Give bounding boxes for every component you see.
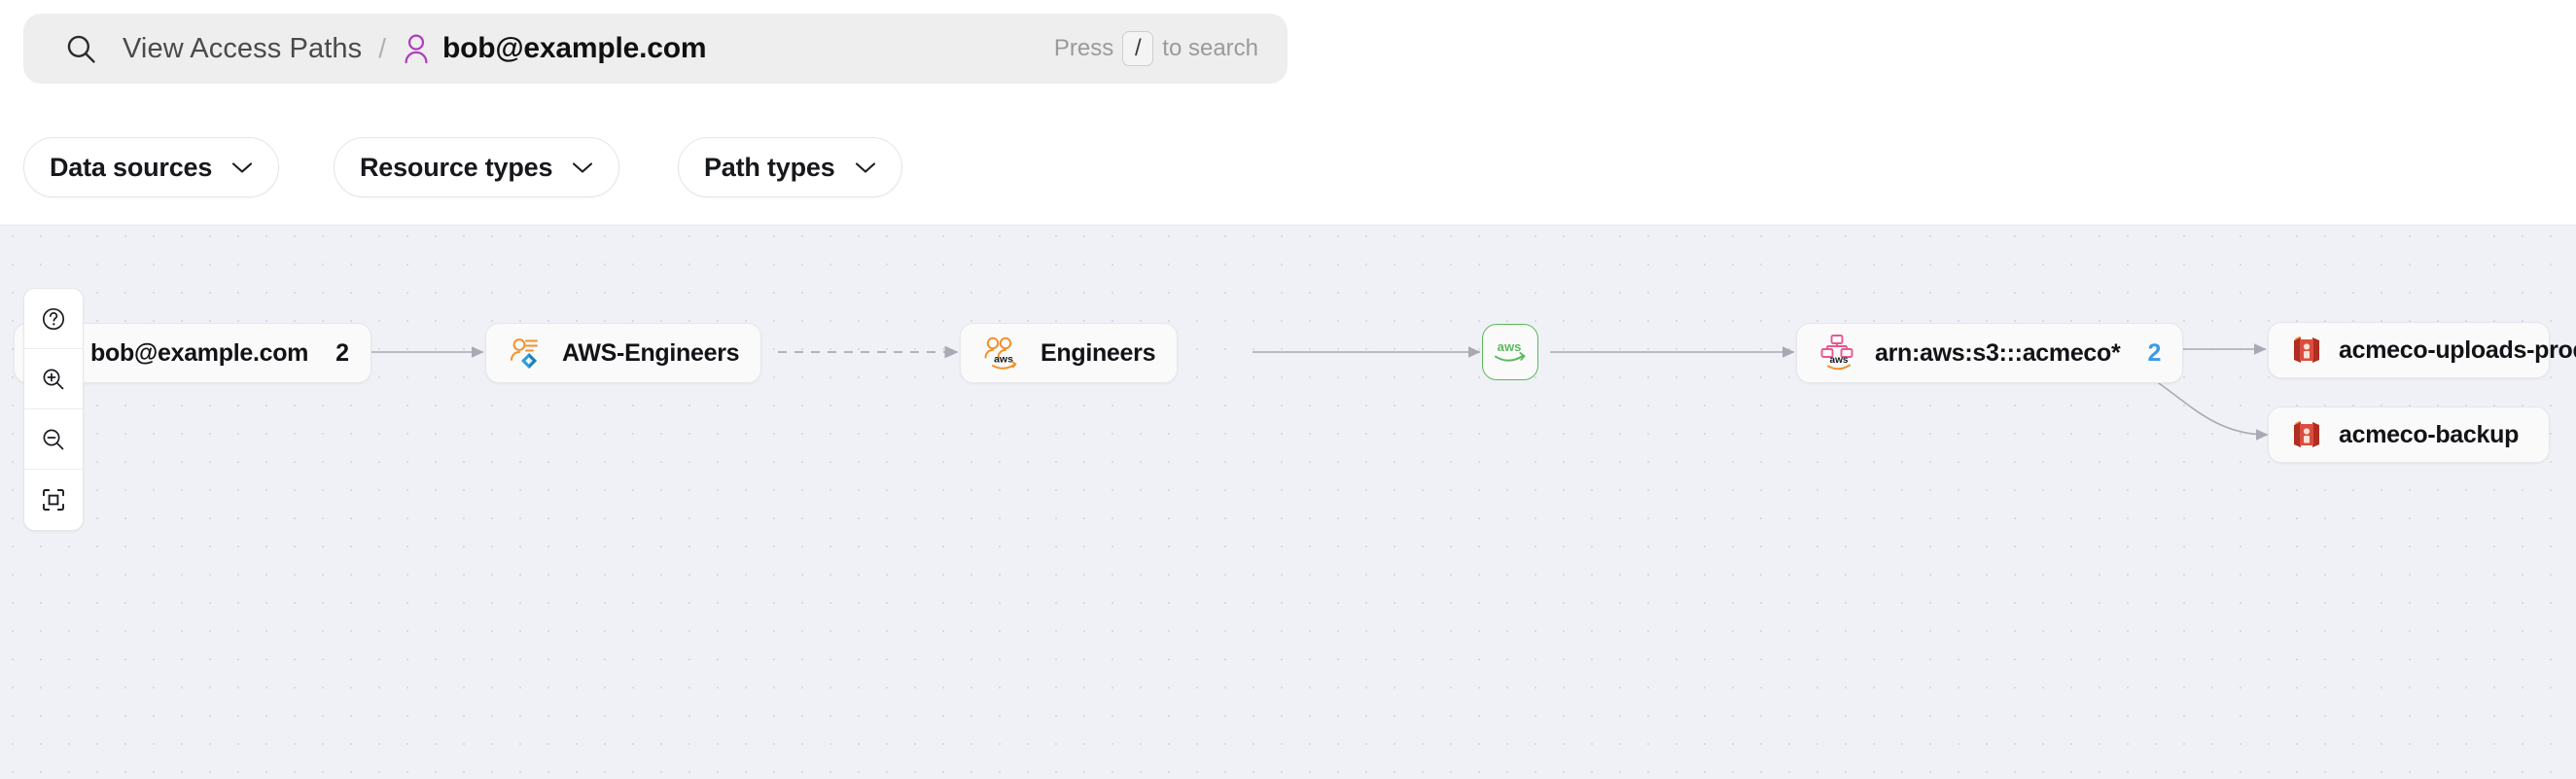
- graph-node-bucket-backup-label: acmeco-backup: [2339, 421, 2519, 449]
- filter-resource-types[interactable]: Resource types: [334, 137, 619, 197]
- question-mark-circle-icon: [40, 305, 67, 333]
- filter-bar: Data sources Resource types Path types: [0, 128, 2576, 226]
- slash-keycap: /: [1122, 31, 1153, 66]
- graph-node-bucket-backup[interactable]: acmeco-backup: [2268, 407, 2550, 463]
- fit-to-screen-icon: [40, 486, 67, 513]
- graph-node-arn-label: arn:aws:s3:::acmeco*: [1875, 339, 2120, 368]
- chevron-down-icon: [572, 161, 593, 174]
- breadcrumb-separator: /: [378, 33, 386, 64]
- breadcrumb-current-label: bob@example.com: [442, 32, 706, 65]
- search-hint: Press / to search: [1054, 31, 1258, 66]
- filter-path-types[interactable]: Path types: [678, 137, 902, 197]
- s3-bucket-icon: [2290, 418, 2323, 451]
- graph-edges: [0, 226, 2576, 779]
- graph-node-identity-count: 2: [335, 339, 349, 368]
- chevron-down-icon: [231, 161, 253, 174]
- svg-text:aws: aws: [994, 354, 1013, 366]
- filter-data-sources[interactable]: Data sources: [23, 137, 279, 197]
- aws-group-icon: aws: [982, 334, 1025, 372]
- search-hint-suffix: to search: [1162, 35, 1258, 62]
- s3-bucket-icon: [2290, 334, 2323, 367]
- graph-node-group-aad[interactable]: AWS-Engineers: [485, 323, 761, 383]
- zoom-in-button[interactable]: [24, 349, 83, 409]
- fit-view-button[interactable]: [24, 470, 83, 530]
- person-icon: [403, 33, 430, 64]
- magnifier-minus-icon: [40, 426, 67, 453]
- graph-node-arn[interactable]: aws arn:aws:s3:::acmeco* 2: [1796, 323, 2183, 383]
- filter-path-types-label: Path types: [704, 153, 835, 183]
- search-breadcrumb-bar[interactable]: View Access Paths / bob@example.com Pres…: [23, 14, 1288, 84]
- graph-node-group-aws[interactable]: aws Engineers: [960, 323, 1178, 383]
- access-path-graph-canvas[interactable]: bob@example.com 2 AWS-Engineers: [0, 226, 2576, 779]
- top-bar: View Access Paths / bob@example.com Pres…: [0, 0, 2576, 128]
- search-icon: [64, 32, 97, 65]
- graph-node-identity-label: bob@example.com: [90, 339, 308, 368]
- graph-node-group-aws-label: Engineers: [1041, 339, 1155, 368]
- zoom-out-button[interactable]: [24, 409, 83, 470]
- chevron-down-icon: [855, 161, 876, 174]
- filter-resource-types-label: Resource types: [360, 153, 552, 183]
- graph-node-bucket-uploads-prod-label: acmeco-uploads-prod: [2339, 336, 2576, 365]
- svg-text:aws: aws: [1498, 339, 1522, 354]
- svg-text:aws: aws: [1830, 355, 1849, 366]
- breadcrumb-root-link[interactable]: View Access Paths: [123, 33, 362, 65]
- azure-group-role-icon: [508, 334, 547, 372]
- help-button[interactable]: [24, 289, 83, 349]
- graph-node-group-aad-label: AWS-Engineers: [562, 339, 739, 368]
- magnifier-plus-icon: [40, 366, 67, 393]
- graph-controls: [23, 288, 84, 531]
- graph-node-aws-hub[interactable]: aws: [1482, 324, 1538, 380]
- search-hint-prefix: Press: [1054, 35, 1113, 62]
- aws-resource-arn-icon: aws: [1818, 334, 1859, 372]
- graph-node-bucket-uploads-prod[interactable]: acmeco-uploads-prod: [2268, 322, 2550, 378]
- filter-data-sources-label: Data sources: [50, 153, 212, 183]
- aws-logo-icon: aws: [1490, 337, 1531, 367]
- graph-node-arn-count: 2: [2147, 339, 2161, 368]
